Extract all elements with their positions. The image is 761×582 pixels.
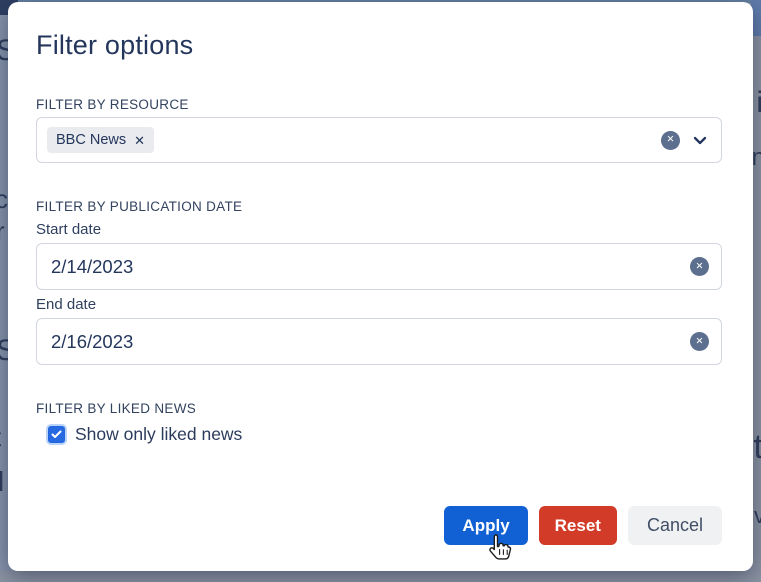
- cancel-button[interactable]: Cancel: [628, 506, 722, 545]
- backdrop-text-fragment: c: [0, 186, 8, 212]
- modal-title: Filter options: [36, 30, 722, 61]
- end-date-clear-icon[interactable]: ✕: [690, 332, 709, 351]
- backdrop-text-fragment: t: [754, 430, 761, 464]
- backdrop-bottom-strip: [0, 571, 761, 582]
- start-date-label: Start date: [36, 221, 722, 238]
- start-date-wrap: ✕: [36, 243, 722, 290]
- select-controls: ✕: [661, 131, 707, 150]
- backdrop-text-fragment: i: [756, 88, 761, 118]
- liked-checkbox[interactable]: [48, 426, 65, 443]
- backdrop-text-fragment: n: [752, 146, 761, 170]
- backdrop-text-fragment: r: [0, 218, 5, 244]
- start-date-clear-icon[interactable]: ✕: [690, 257, 709, 276]
- filter-options-modal: Filter options FILTER BY RESOURCE BBC Ne…: [8, 2, 753, 571]
- backdrop-text-fragment: l: [0, 468, 4, 496]
- apply-button[interactable]: Apply: [444, 506, 527, 545]
- chip-remove-icon[interactable]: ✕: [134, 134, 145, 147]
- backdrop-text-fragment: t: [0, 424, 1, 450]
- end-date-input[interactable]: [36, 318, 722, 365]
- liked-checkbox-label: Show only liked news: [75, 424, 242, 445]
- liked-section-label: FILTER BY LIKED NEWS: [36, 401, 722, 416]
- reset-button[interactable]: Reset: [539, 506, 617, 545]
- modal-footer: Apply Reset Cancel: [444, 506, 722, 545]
- liked-checkbox-row[interactable]: Show only liked news: [48, 424, 722, 445]
- end-date-label: End date: [36, 296, 722, 313]
- clear-selection-icon[interactable]: ✕: [661, 131, 680, 150]
- chevron-down-icon[interactable]: [693, 136, 707, 145]
- resource-chip[interactable]: BBC News ✕: [47, 127, 154, 153]
- start-date-input[interactable]: [36, 243, 722, 290]
- resource-section-label: FILTER BY RESOURCE: [36, 97, 722, 112]
- backdrop-text-fragment: v: [754, 505, 761, 527]
- resource-multiselect[interactable]: BBC News ✕ ✕: [36, 117, 722, 163]
- date-section-label: FILTER BY PUBLICATION DATE: [36, 199, 722, 214]
- resource-chip-label: BBC News: [56, 132, 126, 148]
- end-date-wrap: ✕: [36, 318, 722, 365]
